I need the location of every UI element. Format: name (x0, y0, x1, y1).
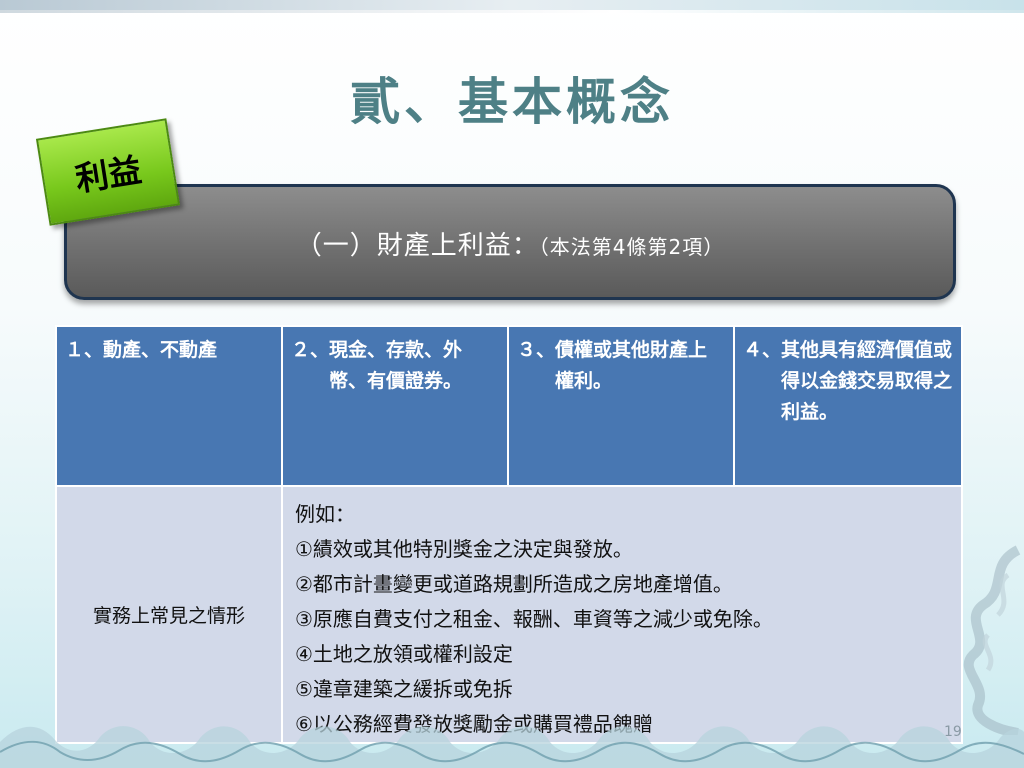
table-body-row: 實務上常見之情形 例如： ①績效或其他特別獎金之決定與發放。 ②都市計畫變更或道… (55, 485, 963, 744)
top-decor-line (0, 10, 1024, 13)
table-header-row: １、 動產、不動產 ２、 現金、存款、外幣、有價證券。 ３、 債權或其他財產上權利。 … (55, 325, 963, 487)
example-item: ②都市計畫變更或道路規劃所造成之房地產增值。 (295, 572, 733, 596)
example-item: ③原應自費支付之租金、報酬、車資等之減少或免除。 (295, 607, 773, 631)
header-text: 現金、存款、外幣、有價證券。 (329, 339, 463, 392)
header-cell-4: ４、 其他具有經濟價值或得以金錢交易取得之利益。 (733, 325, 963, 487)
example-item: ⑤違章建築之緩拆或免拆 (295, 677, 513, 701)
top-decor-strip (0, 0, 1024, 10)
row-label: 實務上常見之情形 (55, 485, 283, 744)
banner-note-text: （本法第4條第2項） (538, 235, 725, 259)
example-item: ④土地之放領或權利設定 (295, 642, 513, 666)
banner-text: （一）財產上利益：（本法第4條第2項） (67, 225, 953, 262)
wave-decoration (0, 726, 1024, 768)
header-cell-3: ３、 債權或其他財產上權利。 (507, 325, 735, 487)
dragon-decoration (963, 545, 1021, 735)
header-num: ２、 (291, 339, 330, 361)
benefit-table: １、 動產、不動產 ２、 現金、存款、外幣、有價證券。 ３、 債權或其他財產上權利。 … (55, 325, 963, 744)
header-text: 債權或其他財產上權利。 (555, 339, 708, 392)
examples-cell: 例如： ①績效或其他特別獎金之決定與發放。 ②都市計畫變更或道路規劃所造成之房地… (281, 485, 963, 744)
header-text: 其他具有經濟價值或得以金錢交易取得之利益。 (781, 339, 953, 423)
header-cell-2: ２、 現金、存款、外幣、有價證券。 (281, 325, 509, 487)
banner-main-text: （一）財產上利益： (295, 231, 539, 261)
example-item: ①績效或其他特別獎金之決定與發放。 (295, 537, 633, 561)
header-num: ３、 (517, 339, 556, 361)
section-banner: （一）財產上利益：（本法第4條第2項） (64, 184, 956, 300)
header-num: １、 (65, 339, 104, 361)
page-number: 19 (944, 724, 962, 740)
header-cell-1: １、 動產、不動產 (55, 325, 283, 487)
header-text: 動產、不動產 (103, 339, 218, 361)
header-num: ４、 (743, 339, 782, 361)
examples-intro: 例如： (295, 502, 355, 526)
